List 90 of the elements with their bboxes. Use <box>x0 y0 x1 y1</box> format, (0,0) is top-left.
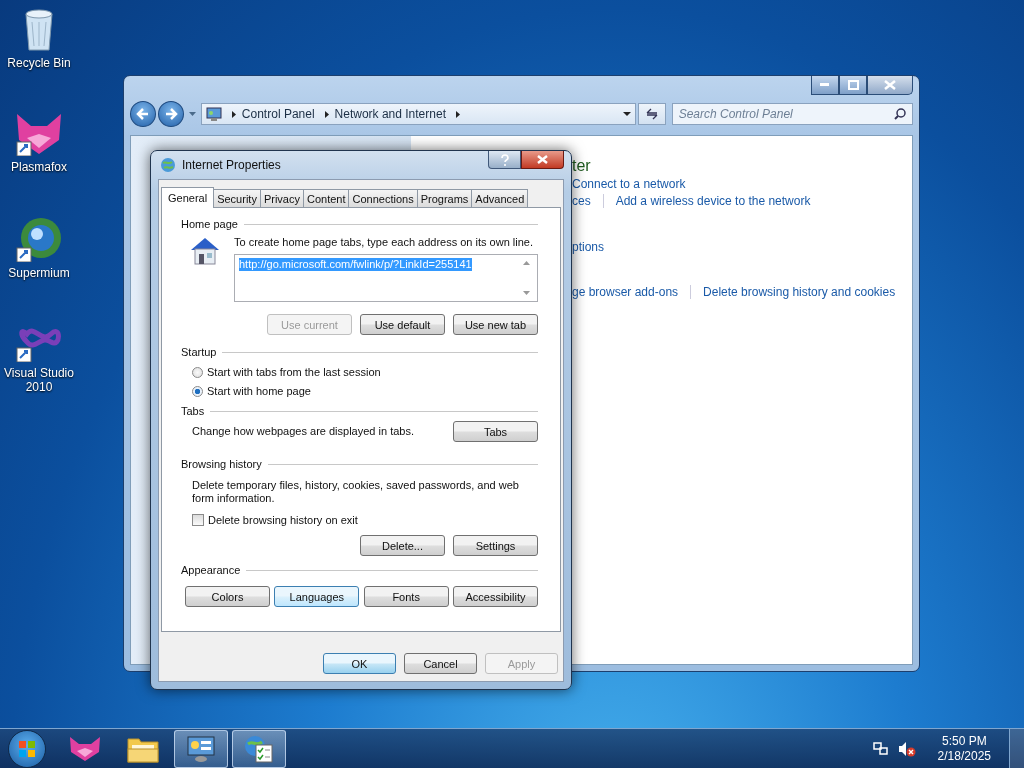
close-icon <box>884 80 896 90</box>
radio-button[interactable] <box>192 385 203 397</box>
dialog-button[interactable]: Colors <box>185 586 270 607</box>
fox-head-icon <box>69 735 101 762</box>
network-icon[interactable] <box>871 740 888 757</box>
tab[interactable]: Security <box>213 189 261 207</box>
dialog-button[interactable]: Accessibility <box>453 586 538 607</box>
breadcrumb-arrow-icon <box>324 110 329 118</box>
task-link[interactable]: Connect to a network <box>572 176 686 192</box>
group-label: Startup <box>181 346 217 358</box>
close-button[interactable] <box>867 76 913 95</box>
scroll-down-icon[interactable] <box>523 291 530 295</box>
clock-date[interactable]: 2/18/2025 <box>937 748 991 764</box>
instruction-text: To create home page tabs, type each address on its own line. <box>234 236 534 249</box>
scroll-up-icon[interactable] <box>523 261 530 265</box>
search-icon <box>894 108 906 120</box>
globe-checklist-icon <box>244 734 274 763</box>
checkbox[interactable] <box>192 514 204 526</box>
page-heading: ter <box>572 156 592 176</box>
dialog-button[interactable]: Use new tab <box>453 314 538 335</box>
house-icon <box>189 236 221 266</box>
show-desktop-button[interactable] <box>1009 729 1024 768</box>
radio-label[interactable]: Start with home page <box>207 385 311 397</box>
start-button[interactable] <box>8 729 46 768</box>
task-link[interactable]: Add a wireless device to the network <box>615 193 811 209</box>
minimize-icon <box>820 83 830 87</box>
task-link[interactable]: Delete browsing history and cookies <box>703 284 896 300</box>
desktop-icon-label[interactable]: Supermium <box>1 266 77 280</box>
tab[interactable]: Advanced <box>471 189 529 207</box>
windows-logo-icon <box>18 739 36 758</box>
dialog-button[interactable]: Cancel <box>404 653 477 674</box>
breadcrumb-item[interactable]: Control Panel <box>241 107 315 121</box>
description-text: Change how webpages are displayed in tabs. <box>192 425 414 438</box>
taskbar-button[interactable] <box>174 729 228 768</box>
fox-head-icon[interactable] <box>15 112 63 156</box>
maximize-button[interactable] <box>839 76 867 95</box>
dialog-button[interactable]: Fonts <box>363 586 449 607</box>
checkbox-label[interactable]: Delete browsing history on exit <box>208 514 358 526</box>
group-label: Home page <box>181 218 238 230</box>
tab[interactable]: Privacy <box>259 189 304 207</box>
forward-arrow-icon <box>163 108 178 120</box>
dialog-button[interactable]: Tabs <box>453 421 538 442</box>
help-button[interactable] <box>488 151 521 169</box>
task-link[interactable]: ptions <box>572 239 605 255</box>
refresh-button[interactable] <box>637 103 666 125</box>
tab[interactable]: General <box>161 187 215 208</box>
dialog-button[interactable]: Use default <box>360 314 445 335</box>
recycle-bin-icon[interactable] <box>22 8 56 52</box>
dialog-button[interactable]: Settings <box>453 535 538 556</box>
forward-button[interactable] <box>157 101 184 127</box>
dialog-button[interactable]: OK <box>323 653 396 674</box>
back-button[interactable] <box>130 101 156 127</box>
globe-icon[interactable] <box>15 216 63 262</box>
search-field[interactable]: Search Control Panel <box>671 103 913 125</box>
radio-label[interactable]: Start with tabs from the last session <box>207 366 381 378</box>
tab[interactable]: Connections <box>348 189 418 207</box>
task-link[interactable]: ces <box>572 193 591 209</box>
dialog-button[interactable]: Languages <box>274 586 360 607</box>
desktop-icon-label[interactable]: Plasmafox <box>1 160 77 174</box>
back-arrow-icon <box>135 108 150 120</box>
refresh-icon <box>644 108 659 120</box>
control-panel-icon <box>205 106 222 122</box>
breadcrumb-item[interactable]: Network and Internet <box>334 107 446 121</box>
task-link[interactable]: ge browser add-ons <box>572 284 679 300</box>
group-label: Browsing history <box>181 458 262 470</box>
group-label: Appearance <box>181 564 241 576</box>
group-label: Tabs <box>181 405 205 417</box>
close-icon <box>537 155 548 164</box>
control-panel-icon <box>186 734 216 763</box>
dialog-button[interactable]: Delete... <box>360 535 445 556</box>
dropdown-arrow-icon[interactable] <box>622 112 631 116</box>
taskbar-button[interactable] <box>232 729 286 768</box>
desktop-icon-label[interactable]: Recycle Bin <box>1 56 77 70</box>
help-icon <box>500 153 509 166</box>
tab[interactable]: Programs <box>416 189 473 207</box>
maximize-icon <box>847 80 859 90</box>
minimize-button[interactable] <box>811 76 839 95</box>
clock-time[interactable]: 5:50 PM <box>941 733 987 749</box>
radio-button[interactable] <box>192 366 203 378</box>
desktop-icon-label[interactable]: Visual Studio 2010 <box>1 366 77 394</box>
scrollbar[interactable] <box>520 258 533 298</box>
close-button[interactable] <box>521 151 564 169</box>
dialog-title: Internet Properties <box>182 158 281 172</box>
address-bar[interactable]: Control Panel Network and Internet <box>200 103 636 125</box>
globe-icon <box>160 157 176 173</box>
tab[interactable]: Content <box>302 189 350 207</box>
breadcrumb-arrow-icon <box>456 110 460 118</box>
description-text: Delete temporary files, history, cookies, saved passwords, and web form information. <box>192 479 520 505</box>
breadcrumb-arrow-icon <box>231 110 236 118</box>
volume-muted-icon[interactable] <box>897 740 916 757</box>
